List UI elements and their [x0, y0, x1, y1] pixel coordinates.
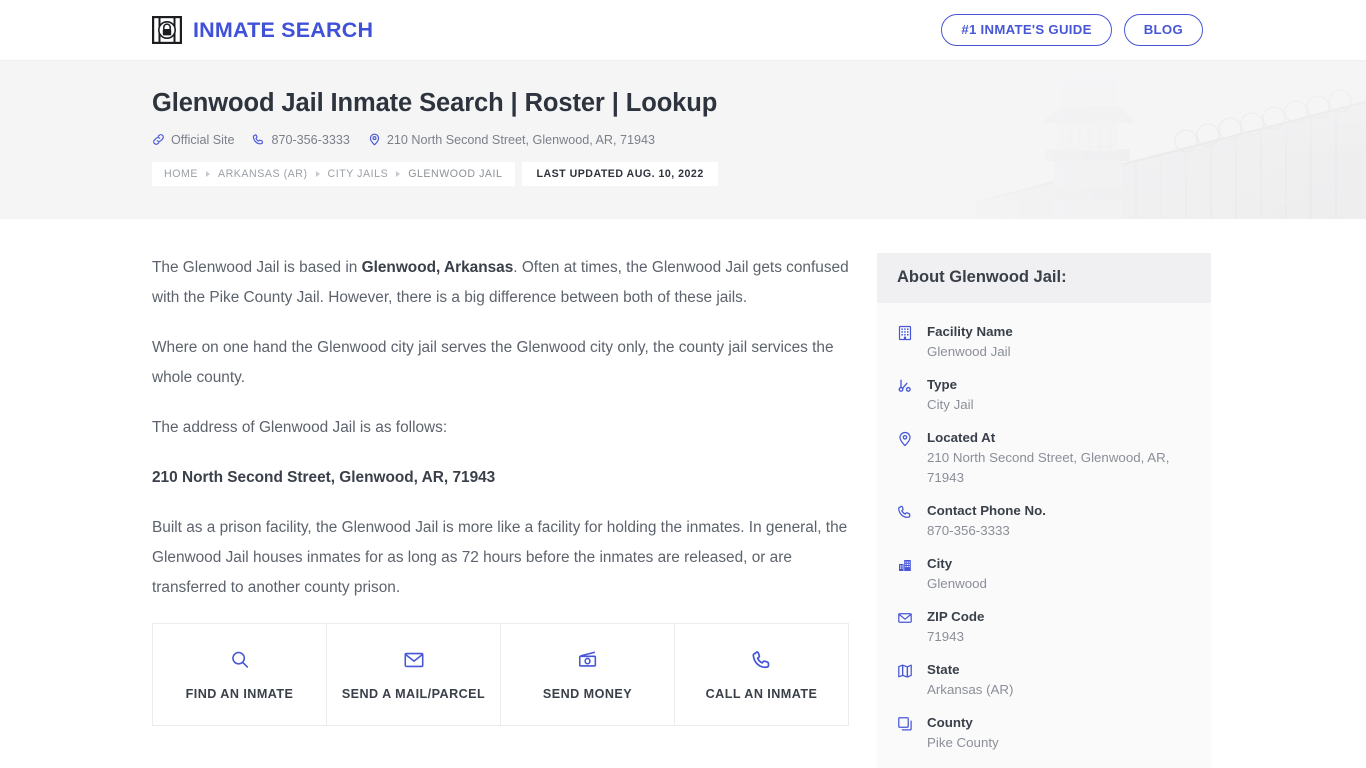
brand-name: INMATE SEARCH [193, 17, 374, 42]
inmates-guide-button[interactable]: #1 INMATE'S GUIDE [941, 13, 1112, 47]
sidebar-title: About Glenwood Jail: [877, 253, 1211, 303]
paragraph-city-vs-county: Where on one hand the Glenwood city jail… [152, 339, 834, 386]
sidebar-info-list: Facility Name Glenwood Jail Type City Ja… [877, 303, 1211, 768]
info-value-contact-phone: 870-356-3333 [927, 523, 1010, 538]
send-mail-parcel-label: SEND A MAIL/PARCEL [341, 687, 486, 701]
location-pin-icon [897, 428, 916, 447]
envelope-icon [897, 607, 916, 626]
phone-icon [683, 646, 840, 674]
main-content: The Glenwood Jail is based in Glenwood, … [152, 219, 849, 768]
info-row-type: Type City Jail [897, 368, 1191, 421]
search-icon [161, 646, 318, 674]
blog-button[interactable]: BLOG [1123, 13, 1203, 47]
jail-lock-icon [151, 15, 183, 45]
info-value-type: City Jail [927, 397, 974, 412]
location-pin-icon [368, 133, 381, 146]
phone-label: 870-356-3333 [271, 132, 350, 147]
header-actions: #1 INMATE'S GUIDE BLOG [941, 13, 1203, 47]
info-value-state: Arkansas (AR) [927, 682, 1014, 697]
city-icon [897, 554, 916, 573]
paragraph-facility-info: Built as a prison facility, the Glenwood… [152, 519, 848, 596]
chevron-right-icon [396, 170, 401, 177]
breadcrumb-list: HOME ARKANSAS (AR) CITY JAILS GLENWOOD J… [152, 161, 516, 186]
info-value-city: Glenwood [927, 576, 987, 591]
send-money-tile[interactable]: SEND MONEY [501, 624, 675, 725]
address-meta: 210 North Second Street, Glenwood, AR, 7… [368, 133, 655, 147]
breadcrumb-item-home[interactable]: HOME [164, 168, 198, 180]
info-row-county: County Pike County [897, 706, 1191, 759]
info-row-state: State Arkansas (AR) [897, 653, 1191, 706]
page-body: The Glenwood Jail is based in Glenwood, … [0, 219, 1366, 768]
copy-icon [897, 713, 916, 732]
paragraph-address: 210 North Second Street, Glenwood, AR, 7… [152, 469, 496, 486]
info-label-type: Type [927, 377, 958, 392]
info-label-zip-code: ZIP Code [927, 609, 985, 624]
info-label-facility-name: Facility Name [927, 324, 1013, 339]
find-an-inmate-tile[interactable]: FIND AN INMATE [153, 624, 327, 725]
hero-section: Glenwood Jail Inmate Search | Roster | L… [0, 61, 1366, 219]
info-label-located-at: Located At [927, 430, 996, 445]
info-row-facility-name: Facility Name Glenwood Jail [897, 315, 1191, 368]
address-label: 210 North Second Street, Glenwood, AR, 7… [386, 132, 656, 147]
hero-meta-row: Official Site 870-356-3333 210 North Sec… [152, 133, 1366, 147]
info-label-state: State [927, 662, 960, 677]
paragraph-address-intro: The address of Glenwood Jail is as follo… [152, 419, 448, 436]
paragraph-intro: The Glenwood Jail is based in Glenwood, … [152, 259, 849, 306]
phone-meta[interactable]: 870-356-3333 [252, 132, 350, 147]
branch-icon [897, 375, 916, 394]
info-row-official-site[interactable]: Official Site [897, 759, 1191, 768]
send-mail-parcel-tile[interactable]: SEND A MAIL/PARCEL [327, 624, 501, 725]
info-value-county: Pike County [927, 735, 999, 750]
envelope-icon [335, 646, 492, 674]
last-updated-badge: LAST UPDATED AUG. 10, 2022 [522, 161, 718, 186]
info-label-contact-phone: Contact Phone No. [927, 503, 1046, 518]
official-site-meta[interactable]: Official Site [152, 133, 234, 147]
info-row-located-at: Located At 210 North Second Street, Glen… [897, 421, 1191, 494]
info-value-zip-code: 71943 [927, 629, 964, 644]
page-title: Glenwood Jail Inmate Search | Roster | L… [152, 89, 718, 117]
about-sidebar: About Glenwood Jail: Facility Name Glenw… [877, 253, 1211, 768]
breadcrumb: HOME ARKANSAS (AR) CITY JAILS GLENWOOD J… [152, 161, 718, 186]
action-tiles: FIND AN INMATE SEND A MAIL/PARCEL SEND M… [152, 623, 849, 726]
info-row-city: City Glenwood [897, 547, 1191, 600]
call-an-inmate-label: CALL AN INMATE [705, 687, 818, 701]
call-an-inmate-tile[interactable]: CALL AN INMATE [675, 624, 848, 725]
site-header: INMATE SEARCH #1 INMATE'S GUIDE BLOG [0, 0, 1366, 61]
send-money-label: SEND MONEY [542, 687, 633, 701]
breadcrumb-item-arkansas[interactable]: ARKANSAS (AR) [218, 168, 308, 180]
chevron-right-icon [205, 170, 210, 177]
info-value-facility-name: Glenwood Jail [927, 344, 1011, 359]
official-site-label: Official Site [171, 132, 235, 147]
map-icon [897, 660, 916, 679]
phone-icon [897, 501, 916, 520]
info-row-contact-phone: Contact Phone No. 870-356-3333 [897, 494, 1191, 547]
info-value-located-at: 210 North Second Street, Glenwood, AR, 7… [927, 450, 1170, 485]
brand-logo[interactable]: INMATE SEARCH [151, 15, 374, 45]
phone-icon [252, 133, 265, 146]
breadcrumb-item-city-jails[interactable]: CITY JAILS [328, 168, 389, 180]
info-label-county: County [927, 715, 973, 730]
find-an-inmate-label: FIND AN INMATE [185, 687, 294, 701]
link-icon [152, 133, 165, 146]
building-grid-icon [897, 322, 916, 341]
chevron-right-icon [315, 170, 320, 177]
breadcrumb-item-glenwood-jail[interactable]: GLENWOOD JAIL [408, 168, 502, 180]
info-label-city: City [927, 556, 953, 571]
money-icon [509, 646, 666, 674]
info-row-zip-code: ZIP Code 71943 [897, 600, 1191, 653]
